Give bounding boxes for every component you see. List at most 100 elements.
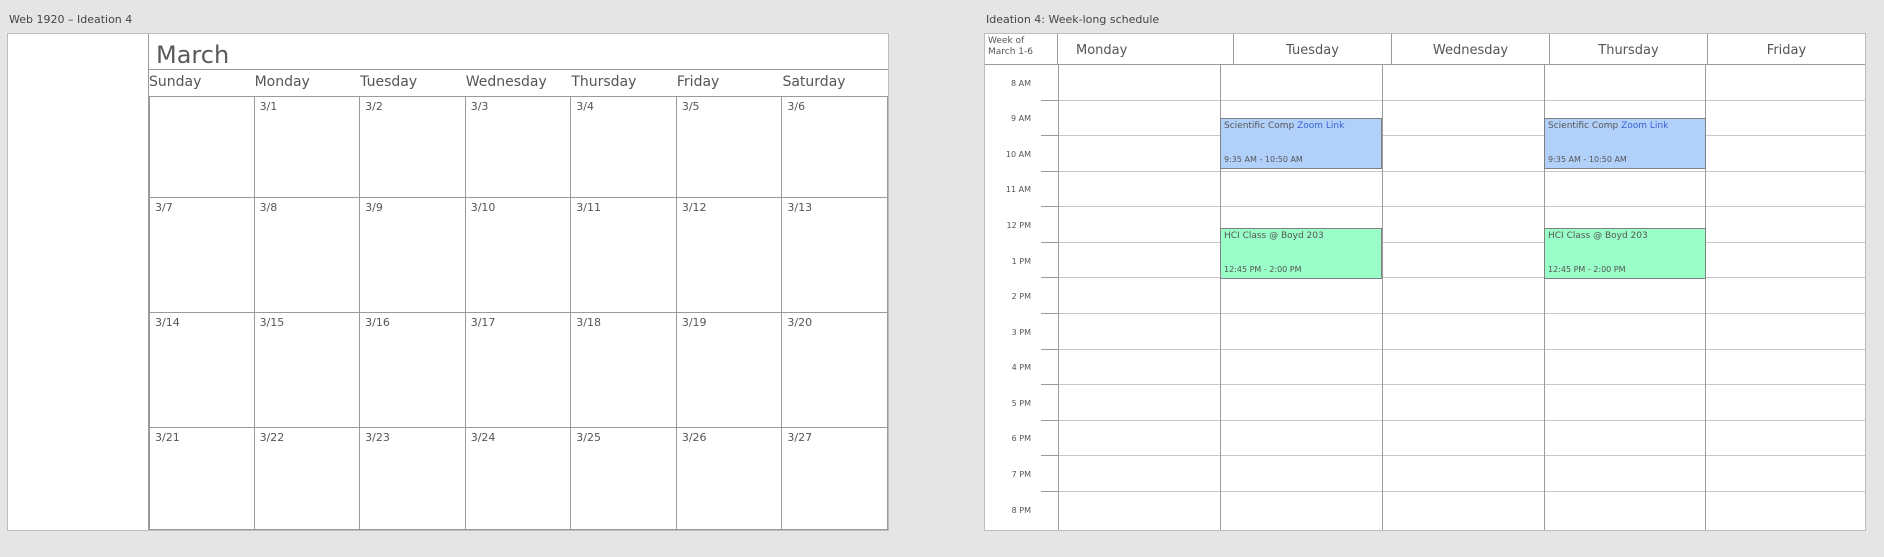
- day-number: 3/5: [681, 100, 700, 113]
- day-number: 3/24: [470, 431, 496, 444]
- day-name-wednesday: Wednesday: [465, 74, 547, 90]
- day-number: 3/21: [155, 431, 180, 444]
- event-scientific-comp-thursday[interactable]: Scientific Comp Zoom Link 9:35 AM - 10:5…: [1544, 118, 1706, 169]
- day-number: 3/16: [365, 316, 390, 329]
- time-label: 10 AM: [1005, 150, 1031, 159]
- time-label: 8 AM: [1010, 79, 1031, 88]
- month-day-names: Sunday Monday Tuesday Wednesday Thursday…: [149, 74, 888, 94]
- divider: [1041, 100, 1058, 101]
- day-cell[interactable]: 3/19: [676, 313, 783, 428]
- month-grid: 3/1 3/2 3/3 3/4 3/5 3/6 3/7 3/8 3/9 3/10…: [149, 97, 888, 530]
- day-number: 3/9: [365, 201, 383, 214]
- time-label: 9 AM: [1010, 114, 1031, 123]
- day-cell[interactable]: 3/23: [360, 428, 466, 530]
- gridline: [1059, 171, 1865, 172]
- day-cell[interactable]: 3/10: [465, 198, 572, 313]
- gridline: [1059, 100, 1865, 101]
- day-number: 3/3: [470, 100, 489, 113]
- divider: [1041, 349, 1058, 350]
- event-hci-class-thursday[interactable]: HCI Class @ Boyd 203 12:45 PM - 2:00 PM: [1544, 228, 1706, 279]
- week-day-monday[interactable]: Monday: [1058, 34, 1234, 64]
- day-cell[interactable]: 3/21: [149, 428, 255, 530]
- event-title: Scientific Comp: [1224, 121, 1295, 131]
- day-name-tuesday: Tuesday: [360, 74, 418, 90]
- day-number: 3/13: [787, 201, 813, 214]
- day-number: 3/22: [259, 431, 285, 444]
- time-label: 8 PM: [1011, 506, 1031, 515]
- day-cell[interactable]: 3/26: [676, 428, 783, 530]
- day-name-sunday: Sunday: [149, 74, 202, 90]
- day-number: 3/17: [470, 316, 496, 329]
- day-cell[interactable]: 3/14: [149, 313, 255, 428]
- time-label: 3 PM: [1011, 328, 1031, 337]
- day-cell[interactable]: 3/18: [571, 313, 677, 428]
- day-cell[interactable]: 3/25: [571, 428, 677, 530]
- gridline: [1059, 491, 1865, 492]
- day-cell[interactable]: [149, 97, 255, 198]
- day-cell[interactable]: 3/22: [254, 428, 361, 530]
- day-name-thursday: Thursday: [571, 74, 637, 90]
- event-hci-class-tuesday[interactable]: HCI Class @ Boyd 203 12:45 PM - 2:00 PM: [1220, 228, 1382, 279]
- day-number: 3/14: [155, 316, 180, 329]
- divider: [1041, 313, 1058, 314]
- day-cell[interactable]: 3/12: [676, 198, 783, 313]
- day-number: 3/18: [576, 316, 601, 329]
- day-cell[interactable]: 3/9: [360, 198, 466, 313]
- day-number: 3/2: [365, 100, 383, 113]
- day-cell[interactable]: 3/15: [254, 313, 361, 428]
- event-scientific-comp-tuesday[interactable]: Scientific Comp Zoom Link 9:35 AM - 10:5…: [1220, 118, 1382, 169]
- event-title: Scientific Comp: [1548, 121, 1619, 131]
- day-cell[interactable]: 3/20: [782, 313, 888, 428]
- gridline: [1059, 277, 1865, 278]
- week-day-thursday[interactable]: Thursday: [1550, 34, 1708, 64]
- day-cell[interactable]: 3/6: [782, 97, 888, 198]
- day-cell[interactable]: 3/3: [465, 97, 572, 198]
- day-number: 3/10: [470, 201, 496, 214]
- zoom-link[interactable]: Zoom Link: [1297, 121, 1344, 131]
- day-number: 3/20: [787, 316, 813, 329]
- event-time: 12:45 PM - 2:00 PM: [1548, 265, 1626, 274]
- day-name-saturday: Saturday: [782, 74, 846, 90]
- divider: [1041, 455, 1058, 456]
- day-cell[interactable]: 3/17: [465, 313, 572, 428]
- time-column: 8 AM 9 AM 10 AM 11 AM 12 PM 1 PM 2 PM 3 …: [985, 65, 1058, 530]
- day-cell[interactable]: 3/4: [571, 97, 677, 198]
- divider: [1041, 277, 1058, 278]
- day-cell[interactable]: 3/8: [254, 198, 361, 313]
- day-number: 3/25: [576, 431, 601, 444]
- day-cell[interactable]: 3/1: [254, 97, 361, 198]
- day-cell[interactable]: 3/2: [360, 97, 466, 198]
- day-number: 3/27: [787, 431, 813, 444]
- gridline: [1059, 313, 1865, 314]
- day-cell[interactable]: 3/13: [782, 198, 888, 313]
- day-cell[interactable]: 3/11: [571, 198, 677, 313]
- day-cell[interactable]: 3/5: [676, 97, 783, 198]
- event-title-line: Scientific Comp Zoom Link: [1224, 121, 1378, 131]
- time-label: 11 AM: [1005, 185, 1031, 194]
- day-cell[interactable]: 3/7: [149, 198, 255, 313]
- day-cell[interactable]: 3/16: [360, 313, 466, 428]
- gridline: [1059, 206, 1865, 207]
- gridline: [1059, 384, 1865, 385]
- day-number: 3/11: [576, 201, 601, 214]
- day-cell[interactable]: 3/27: [782, 428, 888, 530]
- week-grid[interactable]: Scientific Comp Zoom Link 9:35 AM - 10:5…: [1058, 65, 1865, 530]
- week-frame-title: Ideation 4: Week-long schedule: [986, 13, 1160, 26]
- week-day-wednesday[interactable]: Wednesday: [1392, 34, 1550, 64]
- divider: [1041, 242, 1058, 243]
- time-label: 5 PM: [1011, 399, 1031, 408]
- divider: [1041, 135, 1058, 136]
- week-day-friday[interactable]: Friday: [1708, 34, 1865, 64]
- week-day-headers: Monday Tuesday Wednesday Thursday Friday: [1058, 34, 1865, 65]
- day-number: 3/6: [787, 100, 806, 113]
- zoom-link[interactable]: Zoom Link: [1621, 121, 1668, 131]
- day-number: 3/12: [681, 201, 707, 214]
- day-cell[interactable]: 3/24: [465, 428, 572, 530]
- event-time: 12:45 PM - 2:00 PM: [1224, 265, 1302, 274]
- time-label: 7 PM: [1011, 470, 1031, 479]
- month-frame-title: Web 1920 – Ideation 4: [9, 13, 133, 26]
- week-schedule: Week of March 1-6 Monday Tuesday Wednesd…: [984, 33, 1866, 531]
- time-label: 12 PM: [1006, 221, 1031, 230]
- day-name-friday: Friday: [676, 74, 720, 90]
- week-day-tuesday[interactable]: Tuesday: [1234, 34, 1392, 64]
